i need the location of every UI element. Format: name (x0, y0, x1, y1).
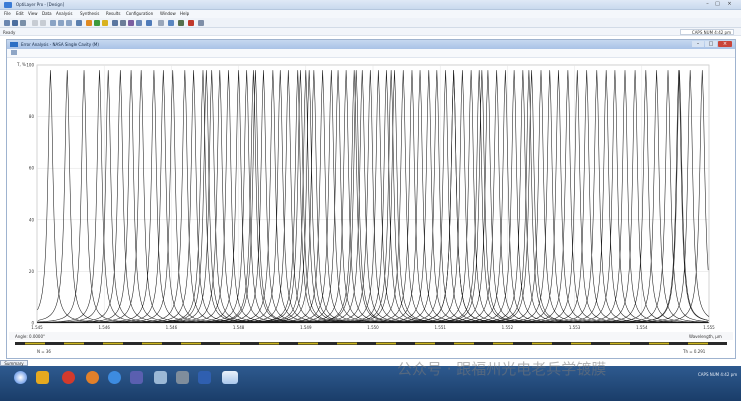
start-button-icon[interactable] (14, 371, 27, 384)
app-title-bar (0, 0, 741, 10)
cut-icon[interactable] (50, 20, 56, 26)
marker-icon[interactable] (188, 20, 194, 26)
paste-icon[interactable] (66, 20, 72, 26)
x-tick-label: 1.546 (98, 325, 110, 330)
folder-icon[interactable] (36, 371, 49, 384)
x-tick-label: 1.546 (166, 325, 178, 330)
n-count-label: N = 36 (37, 349, 51, 354)
system-tray: CAPS NUM 4:42 pm (698, 372, 737, 377)
word-icon[interactable] (198, 371, 211, 384)
slider-dash (181, 342, 201, 345)
slider-dash (493, 342, 513, 345)
indicator-clock: CAPS NUM 4:42 pm (680, 29, 734, 35)
x-tick-label: 1.554 (636, 325, 648, 330)
menu-help[interactable]: Help (180, 11, 189, 16)
x-tick-label: 1.551 (434, 325, 446, 330)
ready-status: Ready (3, 30, 16, 35)
explorer-icon[interactable] (176, 371, 189, 384)
new-icon[interactable] (4, 20, 10, 26)
y-tick-label: 40 (29, 217, 35, 222)
slider-dash (103, 342, 123, 345)
y-tick-label: 60 (29, 166, 35, 171)
slider-dash (25, 342, 45, 345)
menu-file[interactable]: File (4, 11, 11, 16)
slider-dash (337, 342, 357, 345)
index-icon[interactable] (128, 20, 134, 26)
copy-icon[interactable] (58, 20, 64, 26)
optimize-icon[interactable] (94, 20, 100, 26)
slider-dash (142, 342, 162, 345)
x-tick-label: 1.550 (367, 325, 379, 330)
app-logo-icon (4, 2, 12, 8)
optilayer-task-icon[interactable] (222, 371, 238, 384)
curve-icon[interactable] (136, 20, 142, 26)
main-toolbar (0, 18, 741, 28)
menu-edit[interactable]: Edit (16, 11, 24, 16)
slider-dash (415, 342, 435, 345)
close-button[interactable]: × (726, 2, 733, 7)
threshold-label: Th = 0.291 (683, 349, 706, 354)
transmittance-chart: 020406080100 1.545 1.546 1.546 1.548 1.549 1.… (26, 63, 715, 331)
x-tick-label: 1.555 (703, 325, 715, 330)
synthesis-icon[interactable] (86, 20, 92, 26)
slider-dash (532, 342, 552, 345)
watermark: 公众号 · 跟福州光电老兵学镀膜 (397, 360, 607, 378)
browser-icon[interactable] (62, 371, 75, 384)
firefox-icon[interactable] (86, 371, 99, 384)
app-title: OptiLayer Pro - [Design] (16, 2, 65, 7)
pencil-icon[interactable] (178, 20, 184, 26)
status-strip (0, 28, 741, 36)
menu-synthesis[interactable]: Synthesis (80, 11, 99, 16)
y-tick-label: 100 (26, 63, 34, 68)
maximize-button[interactable]: □ (714, 2, 721, 7)
x-tick-label: 1.553 (569, 325, 581, 330)
redo-icon[interactable] (40, 20, 46, 26)
slider-dash (259, 342, 279, 345)
error-analysis-window: Error Analysis - NASA Single Cavity (M) … (6, 39, 736, 359)
slider-dash (298, 342, 318, 345)
menu-window[interactable]: Window (160, 11, 176, 16)
grid-icon[interactable] (112, 20, 118, 26)
ie-icon[interactable] (108, 371, 121, 384)
menu-bar: File Edit View Data Analysis Synthesis R… (0, 10, 741, 18)
target-icon[interactable] (76, 20, 82, 26)
slider-dash (610, 342, 630, 345)
y-tick-label: 80 (29, 114, 35, 119)
slider-dash (220, 342, 240, 345)
layers-icon[interactable] (120, 20, 126, 26)
menu-data[interactable]: Data (42, 11, 52, 16)
slider-dash (454, 342, 474, 345)
menu-configuration[interactable]: Configuration (126, 11, 153, 16)
analysis-icon[interactable] (102, 20, 108, 26)
menu-analysis[interactable]: Analysis (56, 11, 72, 16)
x-tick-label: 1.552 (502, 325, 514, 330)
slider-dash (64, 342, 84, 345)
slider-dash (376, 342, 396, 345)
tools-icon[interactable] (154, 371, 167, 384)
x-tick-label: 1.548 (233, 325, 245, 330)
minimize-button[interactable]: – (704, 2, 711, 7)
chart-icon[interactable] (146, 20, 152, 26)
studio-icon[interactable] (130, 371, 143, 384)
menu-view[interactable]: View (28, 11, 38, 16)
settings-icon[interactable] (198, 20, 204, 26)
menu-results[interactable]: Results (106, 11, 120, 16)
angle-readout: Angle: 0.0000° (15, 334, 45, 339)
save-icon[interactable] (12, 20, 18, 26)
x-axis-label: Wavelength, µm (689, 334, 722, 339)
slider-dash (571, 342, 591, 345)
y-tick-label: 20 (29, 269, 35, 274)
table-icon[interactable] (158, 20, 164, 26)
slider-dash (649, 342, 669, 345)
angle-bar (9, 332, 733, 340)
x-tick-label: 1.545 (31, 325, 43, 330)
x-tick-label: 1.549 (300, 325, 312, 330)
slider-track[interactable] (15, 342, 727, 345)
slider-dash (688, 342, 708, 345)
tray-clock: CAPS NUM 4:42 pm (698, 372, 738, 377)
undo-icon[interactable] (32, 20, 38, 26)
report-icon[interactable] (168, 20, 174, 26)
print-icon[interactable] (20, 20, 26, 26)
